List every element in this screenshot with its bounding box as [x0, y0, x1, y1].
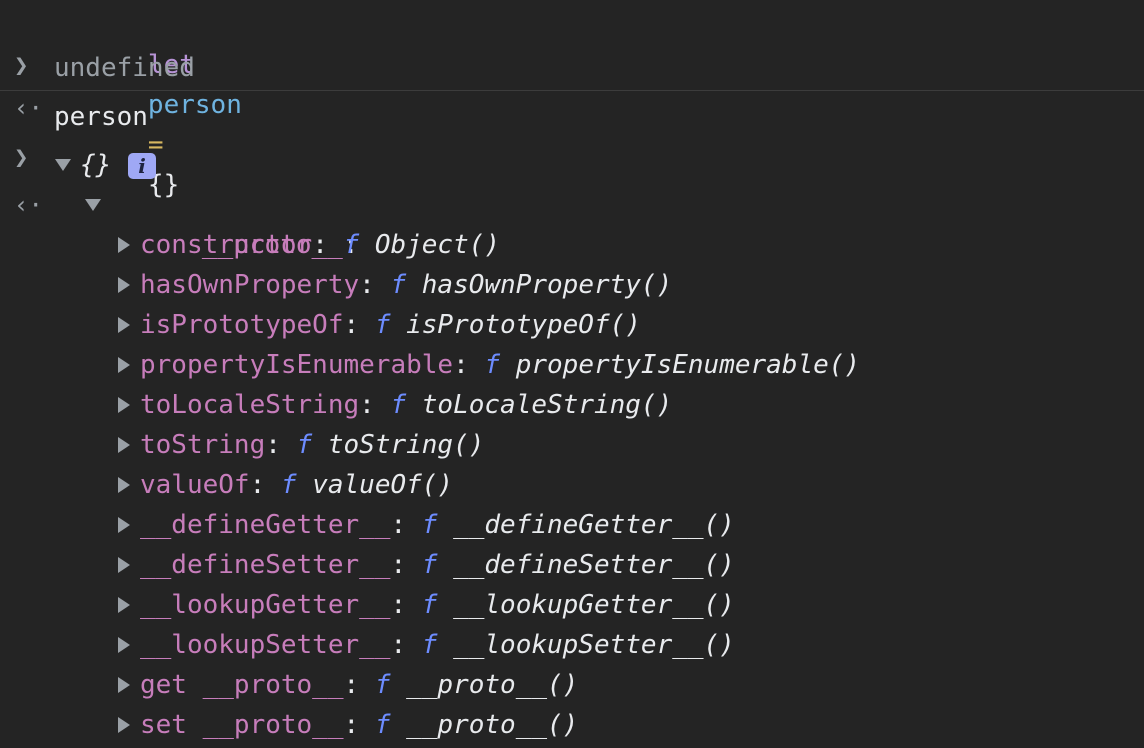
devtools-console: ❯ let person = {} ‹· undefined ❯ person …: [0, 0, 1144, 748]
function-marker: f: [421, 590, 438, 620]
property-name: toLocaleString: [140, 390, 360, 420]
colon: :: [312, 230, 328, 260]
function-signature: toString(): [327, 430, 485, 460]
function-marker: f: [421, 550, 438, 580]
property-row[interactable]: set __proto__: f __proto__(): [0, 705, 1144, 745]
property-name: constructor: [140, 230, 313, 260]
function-marker: f: [421, 630, 438, 660]
colon: :: [359, 390, 375, 420]
property-name: __defineGetter__: [140, 510, 391, 540]
colon: :: [343, 670, 360, 700]
function-marker: f: [421, 510, 438, 540]
property-name: set __proto__: [140, 710, 344, 740]
function-signature: __proto__(): [406, 670, 579, 700]
property-row[interactable]: isPrototypeOf: f isPrototypeOf(): [0, 305, 1144, 345]
colon: :: [249, 470, 266, 500]
function-marker: f: [280, 470, 297, 500]
function-signature: valueOf(): [312, 470, 454, 500]
triangle-down-icon[interactable]: [85, 199, 101, 211]
colon: :: [390, 630, 407, 660]
property-name: __lookupSetter__: [140, 630, 391, 660]
triangle-right-icon[interactable]: [118, 557, 130, 573]
triangle-right-icon[interactable]: [118, 637, 130, 653]
divider: [0, 90, 1144, 91]
property-name: hasOwnProperty: [140, 270, 360, 300]
triangle-right-icon[interactable]: [118, 357, 130, 373]
function-signature: __defineSetter__(): [453, 550, 735, 580]
property-name: propertyIsEnumerable: [140, 350, 454, 380]
triangle-right-icon[interactable]: [118, 237, 130, 253]
property-name: __lookupGetter__: [140, 590, 391, 620]
property-name: isPrototypeOf: [140, 310, 344, 340]
property-row[interactable]: __defineGetter__: f __defineGetter__(): [0, 505, 1144, 545]
property-row[interactable]: propertyIsEnumerable: f propertyIsEnumer…: [0, 345, 1144, 385]
function-marker: f: [484, 350, 501, 380]
object-preview: {}: [80, 150, 112, 180]
console-input-line[interactable]: ❯ person: [0, 97, 1144, 171]
triangle-right-icon[interactable]: [118, 317, 130, 333]
function-signature: toLocaleString(): [421, 390, 673, 420]
colon: :: [390, 510, 407, 540]
property-row[interactable]: __lookupSetter__: f __lookupSetter__(): [0, 625, 1144, 665]
function-marker: f: [296, 430, 313, 460]
colon: :: [390, 550, 407, 580]
triangle-right-icon[interactable]: [118, 477, 130, 493]
function-signature: __defineGetter__(): [453, 510, 735, 540]
triangle-right-icon[interactable]: [118, 677, 130, 693]
triangle-right-icon[interactable]: [118, 397, 130, 413]
colon: :: [343, 310, 360, 340]
property-name: __defineSetter__: [140, 550, 391, 580]
property-row[interactable]: toLocaleString: f toLocaleString(): [0, 385, 1144, 425]
function-signature: hasOwnProperty(): [421, 270, 673, 300]
colon: :: [390, 590, 407, 620]
property-row[interactable]: toString: f toString(): [0, 425, 1144, 465]
property-row[interactable]: __defineSetter__: f __defineSetter__(): [0, 545, 1144, 585]
input-expression: person: [54, 102, 148, 132]
property-row[interactable]: valueOf: f valueOf(): [0, 465, 1144, 505]
triangle-right-icon[interactable]: [118, 437, 130, 453]
triangle-right-icon[interactable]: [118, 277, 130, 293]
function-marker: f: [374, 710, 391, 740]
property-name: get __proto__: [140, 670, 344, 700]
triangle-right-icon[interactable]: [118, 717, 130, 733]
function-marker: f: [390, 390, 407, 420]
triangle-down-icon[interactable]: [55, 159, 71, 171]
output-value: undefined: [54, 53, 195, 83]
colon: :: [265, 430, 281, 460]
property-row[interactable]: hasOwnProperty: f hasOwnProperty(): [0, 265, 1144, 305]
colon: :: [359, 270, 375, 300]
function-marker: f: [374, 670, 391, 700]
property-name: valueOf: [140, 470, 250, 500]
property-row[interactable]: get __proto__: f __proto__(): [0, 665, 1144, 705]
object-preview-row[interactable]: ‹· {}: [0, 145, 1144, 219]
function-signature: __lookupSetter__(): [453, 630, 735, 660]
property-row[interactable]: __lookupGetter__: f __lookupGetter__(): [0, 585, 1144, 625]
console-output-line: ‹· undefined: [0, 48, 1144, 122]
proto-row[interactable]: __proto__:: [0, 185, 1144, 260]
function-signature: propertyIsEnumerable(): [515, 350, 861, 380]
property-row[interactable]: constructor: f Object(): [0, 225, 1144, 265]
colon: :: [343, 710, 360, 740]
colon: :: [453, 350, 469, 380]
triangle-right-icon[interactable]: [118, 597, 130, 613]
triangle-right-icon[interactable]: [118, 517, 130, 533]
console-input-line[interactable]: ❯ let person = {}: [0, 5, 1144, 200]
function-marker: f: [343, 230, 360, 260]
function-signature: Object(): [374, 230, 501, 260]
info-icon[interactable]: i: [128, 153, 156, 179]
function-signature: __lookupGetter__(): [453, 590, 735, 620]
property-name: toString: [140, 430, 266, 460]
function-marker: f: [374, 310, 391, 340]
function-signature: isPrototypeOf(): [406, 310, 641, 340]
function-marker: f: [390, 270, 407, 300]
function-signature: __proto__(): [406, 710, 579, 740]
